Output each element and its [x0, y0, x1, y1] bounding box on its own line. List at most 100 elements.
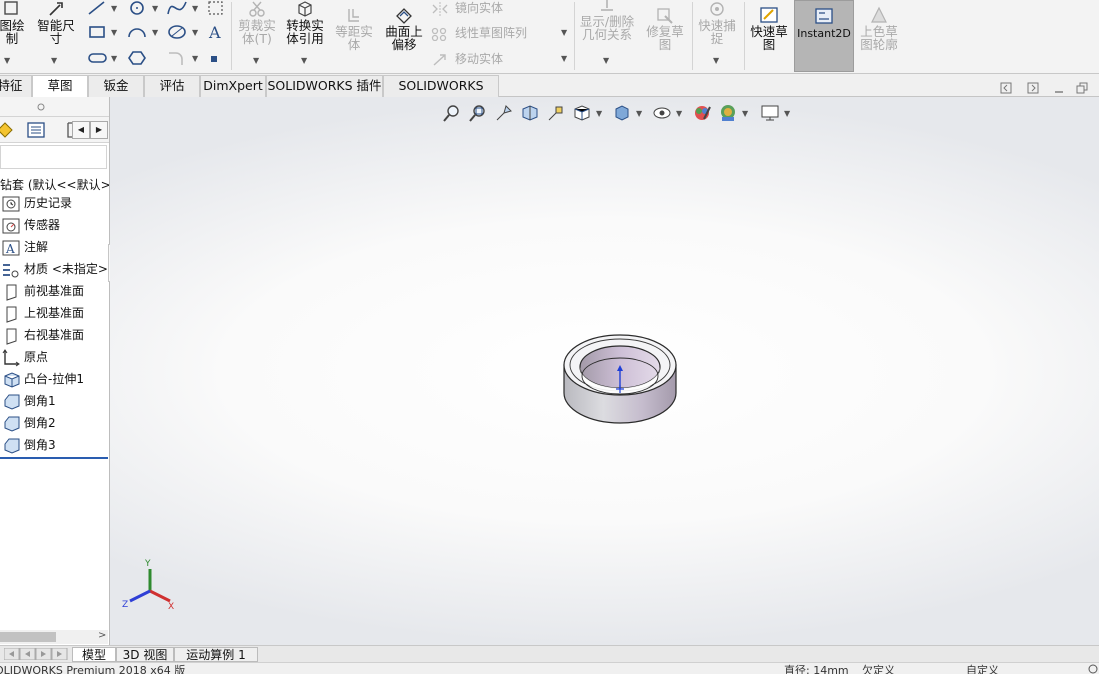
chevron-down-icon[interactable]: ▼ — [713, 56, 719, 65]
mirror-entities-button[interactable]: 镜向实体 — [431, 0, 503, 16]
hide-show-items-icon[interactable] — [652, 103, 672, 123]
minimize-icon[interactable] — [1053, 82, 1065, 94]
scroll-right-arrow[interactable]: > — [98, 630, 106, 641]
apply-scene-icon[interactable] — [718, 103, 738, 123]
sketch-drawing-button[interactable]: 图绘 制 — [0, 0, 30, 45]
chevron-down-icon[interactable]: ▼ — [676, 109, 682, 118]
chevron-down-icon[interactable]: ▼ — [561, 28, 567, 37]
point-tool-icon[interactable] — [209, 54, 219, 64]
zoom-to-area-icon[interactable] — [468, 103, 488, 123]
chevron-down-icon[interactable]: ▼ — [152, 28, 158, 37]
trim-entities-button[interactable]: 剪裁实 体(T) — [234, 0, 280, 45]
chevron-down-icon[interactable]: ▼ — [636, 109, 642, 118]
tab-model[interactable]: 模型 — [72, 647, 116, 662]
convert-entities-button[interactable]: 转换实 体引用 — [282, 0, 328, 45]
chevron-down-icon[interactable]: ▼ — [742, 109, 748, 118]
chevron-down-icon[interactable]: ▼ — [152, 4, 158, 13]
scissors-icon — [249, 1, 265, 17]
zoom-to-fit-icon[interactable] — [442, 103, 462, 123]
tab-solidworks-mbd[interactable]: SOLIDWORKS MBD — [383, 75, 499, 113]
units-selector[interactable]: 自定义 — [966, 665, 999, 674]
edit-appearance-icon[interactable] — [692, 103, 712, 123]
boss-extrude-icon — [4, 372, 20, 388]
chevron-down-icon[interactable]: ▼ — [51, 56, 57, 65]
display-delete-relations-button[interactable]: 显示/删除 几何关系 — [576, 0, 638, 41]
rectangle-tool-icon[interactable] — [87, 24, 109, 40]
shaded-sketch-contours-button[interactable]: 上色草 图轮廓 — [856, 6, 902, 51]
bushing-model[interactable] — [558, 319, 682, 431]
ellipse-tool-icon[interactable] — [166, 24, 188, 40]
plane-icon — [6, 306, 17, 323]
text-tool-icon[interactable]: A — [206, 23, 226, 41]
feature-manager-tab-icon[interactable] — [0, 121, 14, 139]
tile-right-icon[interactable] — [1027, 82, 1039, 94]
panel-horizontal-scrollbar[interactable]: > — [0, 630, 108, 644]
fillet-tool-icon[interactable] — [166, 50, 188, 66]
circle-tool-icon[interactable] — [126, 0, 148, 16]
chevron-down-icon[interactable]: ▼ — [192, 28, 198, 37]
chevron-down-icon[interactable]: ▼ — [111, 54, 117, 63]
view-orientation-triad[interactable]: Y Z X — [120, 557, 178, 613]
tab-motion-study-1[interactable]: 运动算例 1 — [174, 647, 258, 662]
tab-sheet-metal[interactable]: 钣金 — [88, 75, 144, 97]
svg-text:A: A — [208, 23, 221, 41]
display-style-icon[interactable] — [612, 103, 632, 123]
chevron-down-icon[interactable]: ▼ — [596, 109, 602, 118]
help-icon[interactable] — [1088, 664, 1098, 674]
tile-left-icon[interactable] — [1000, 82, 1012, 94]
tab-evaluate[interactable]: 评估 — [144, 75, 200, 97]
chevron-down-icon[interactable]: ▼ — [784, 109, 790, 118]
linear-sketch-pattern-button[interactable]: 线性草图阵列 — [431, 24, 527, 41]
history-icon — [2, 196, 20, 212]
chevron-down-icon[interactable]: ▼ — [111, 4, 117, 13]
instant2d-button[interactable]: Instant2D — [794, 0, 854, 72]
chevron-down-icon[interactable]: ▼ — [253, 56, 259, 65]
chevron-down-icon[interactable]: ▼ — [4, 56, 10, 65]
spline-tool-icon[interactable] — [166, 0, 188, 16]
rapid-sketch-button[interactable]: 快速草 图 — [746, 6, 792, 51]
tab-solidworks-addins[interactable]: SOLIDWORKS 插件 — [266, 75, 383, 97]
line-tool-icon[interactable] — [87, 0, 107, 16]
graphics-area[interactable]: Y Z X — [110, 97, 1099, 645]
move-entities-button[interactable]: 移动实体 — [431, 50, 503, 67]
construction-geometry-icon[interactable] — [206, 0, 226, 16]
section-view-icon[interactable] — [520, 103, 540, 123]
polygon-tool-icon[interactable] — [126, 50, 148, 66]
tab-features[interactable]: 特征 — [0, 75, 32, 97]
previous-view-icon[interactable] — [494, 103, 514, 123]
repair-sketch-button[interactable]: 修复草 图 — [642, 6, 688, 51]
tab-sketch[interactable]: 草图 — [32, 75, 88, 97]
offset-entities-button[interactable]: 等距实 体 — [331, 6, 377, 51]
offset-entities-label: 等距实 体 — [335, 24, 373, 52]
tab-scroll-left-button[interactable]: ◀ — [72, 121, 90, 139]
chevron-down-icon[interactable]: ▼ — [111, 28, 117, 37]
scrollbar-thumb[interactable] — [0, 632, 56, 642]
chevron-down-icon[interactable]: ▼ — [301, 56, 307, 65]
tree-item-label: 倒角2 — [24, 416, 56, 430]
tab-3d-views[interactable]: 3D 视图 — [116, 647, 174, 662]
offset-on-surface-button[interactable]: 曲面上 偏移 — [381, 6, 427, 51]
rollback-bar[interactable] — [0, 457, 108, 459]
instant2d-icon — [815, 8, 833, 24]
tab-navigation-arrows[interactable] — [3, 647, 68, 661]
quick-snaps-button[interactable]: 快速捕 捉 — [694, 0, 740, 45]
command-manager-tabs: 特征 草图 钣金 评估 DimXpert SOLIDWORKS 插件 SOLID… — [0, 74, 1099, 113]
tab-dimxpert[interactable]: DimXpert — [200, 75, 266, 97]
chevron-down-icon[interactable]: ▼ — [192, 54, 198, 63]
property-manager-tab-icon[interactable] — [26, 121, 46, 139]
dynamic-annotation-icon[interactable] — [546, 103, 566, 123]
smart-dimension-label: 智能尺 寸 — [37, 18, 75, 46]
smart-dimension-button[interactable]: 智能尺 寸 — [34, 0, 78, 45]
collapse-handle-icon[interactable] — [37, 103, 45, 111]
plane-icon — [6, 328, 17, 345]
feature-filter-input[interactable] — [0, 145, 107, 169]
chevron-down-icon[interactable]: ▼ — [561, 54, 567, 63]
restore-icon[interactable] — [1076, 82, 1088, 94]
view-settings-icon[interactable] — [760, 103, 780, 123]
arc-tool-icon[interactable] — [126, 24, 148, 40]
slot-tool-icon[interactable] — [87, 50, 109, 66]
chevron-down-icon[interactable]: ▼ — [603, 56, 609, 65]
chevron-down-icon[interactable]: ▼ — [192, 4, 198, 13]
view-orientation-icon[interactable] — [572, 103, 592, 123]
tab-scroll-right-button[interactable]: ▶ — [90, 121, 108, 139]
